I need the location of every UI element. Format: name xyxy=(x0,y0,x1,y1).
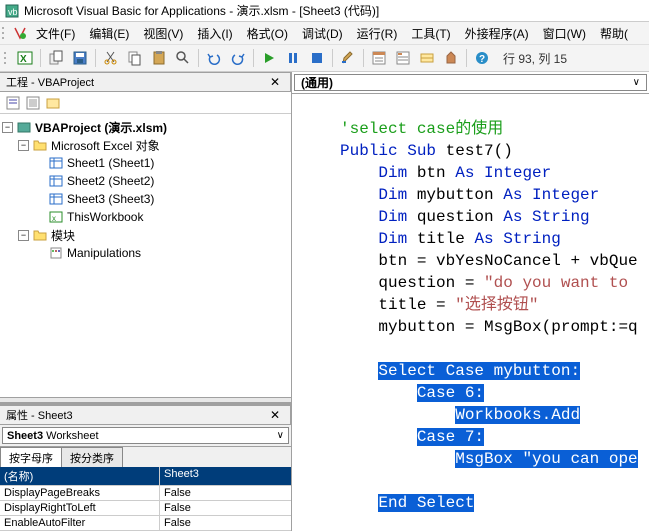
excel-icon[interactable]: X xyxy=(14,47,36,69)
svg-text:vb: vb xyxy=(8,7,18,17)
svg-text:?: ? xyxy=(479,54,485,65)
insert-icon[interactable] xyxy=(45,47,67,69)
sheet-icon xyxy=(48,174,64,188)
menu-help[interactable]: 帮助( xyxy=(594,23,634,44)
svg-text:x: x xyxy=(52,214,56,223)
copy-icon[interactable] xyxy=(124,47,146,69)
window-titlebar: vb Microsoft Visual Basic for Applicatio… xyxy=(0,0,649,22)
pause-icon[interactable] xyxy=(282,47,304,69)
menu-window[interactable]: 窗口(W) xyxy=(537,23,592,44)
menu-run[interactable]: 运行(R) xyxy=(351,23,404,44)
menu-view[interactable]: 视图(V) xyxy=(137,23,189,44)
prop-row[interactable]: DisplayRightToLeftFalse xyxy=(0,501,291,516)
menu-tools[interactable]: 工具(T) xyxy=(405,23,456,44)
collapse-icon[interactable]: − xyxy=(18,230,29,241)
tree-sheet3[interactable]: Sheet3 (Sheet3) xyxy=(2,190,289,208)
tree-sheet1[interactable]: Sheet1 (Sheet1) xyxy=(2,154,289,172)
run-icon[interactable] xyxy=(258,47,280,69)
props-tab-alpha[interactable]: 按字母序 xyxy=(0,447,62,467)
project-tools xyxy=(0,92,291,114)
redo-icon[interactable] xyxy=(227,47,249,69)
props-title: 属性 - Sheet3 ✕ xyxy=(0,405,291,425)
object-browser-icon[interactable] xyxy=(416,47,438,69)
folder-icon xyxy=(32,138,48,152)
sheet-icon xyxy=(48,156,64,170)
stop-icon[interactable] xyxy=(306,47,328,69)
sheet-icon xyxy=(48,192,64,206)
folder-icon xyxy=(32,228,48,242)
save-icon[interactable] xyxy=(69,47,91,69)
project-pane-title: 工程 - VBAProject ✕ xyxy=(0,72,291,92)
cursor-position: 行 93, 列 15 xyxy=(503,50,567,67)
view-code-icon[interactable] xyxy=(4,94,22,112)
props-object-select[interactable]: Sheet3 Worksheet ∨ xyxy=(2,427,289,444)
tree-excel-folder[interactable]: − Microsoft Excel 对象 xyxy=(2,136,289,154)
app-icon: vb xyxy=(4,3,20,19)
menu-file[interactable]: 文件(F) xyxy=(30,23,81,44)
code-object-select[interactable]: (通用) ∨ xyxy=(294,74,647,91)
find-icon[interactable] xyxy=(172,47,194,69)
menu-bar: 文件(F) 编辑(E) 视图(V) 插入(I) 格式(O) 调试(D) 运行(R… xyxy=(0,22,649,44)
cut-icon[interactable] xyxy=(100,47,122,69)
project-pane-close[interactable]: ✕ xyxy=(266,75,284,89)
collapse-icon[interactable]: − xyxy=(18,140,29,151)
undo-icon[interactable] xyxy=(203,47,225,69)
help-icon[interactable]: ? xyxy=(471,47,493,69)
project-icon xyxy=(16,120,32,134)
design-mode-icon[interactable] xyxy=(337,47,359,69)
code-editor[interactable]: 'select case的使用 Public Sub test7() Dim b… xyxy=(292,94,649,531)
workbook-icon: x xyxy=(48,210,64,224)
project-tree[interactable]: − VBAProject (演示.xlsm) − Microsoft Excel… xyxy=(0,114,291,397)
paste-icon[interactable] xyxy=(148,47,170,69)
prop-row[interactable]: DisplayPageBreaksFalse xyxy=(0,486,291,501)
toggle-folders-icon[interactable] xyxy=(44,94,62,112)
properties-icon[interactable] xyxy=(392,47,414,69)
vba-icon[interactable] xyxy=(12,25,28,41)
tree-modules-folder[interactable]: − 模块 xyxy=(2,226,289,244)
project-explorer-icon[interactable] xyxy=(368,47,390,69)
dropdown-icon: ∨ xyxy=(633,77,640,88)
prop-row[interactable]: EnableAutoFilterFalse xyxy=(0,516,291,531)
toolbox-icon[interactable] xyxy=(440,47,462,69)
dropdown-icon: ∨ xyxy=(277,430,284,441)
properties-pane: 属性 - Sheet3 ✕ Sheet3 Worksheet ∨ 按字母序 按分… xyxy=(0,403,291,531)
view-object-icon[interactable] xyxy=(24,94,42,112)
tree-thisworkbook[interactable]: x ThisWorkbook xyxy=(2,208,289,226)
tree-project-root[interactable]: − VBAProject (演示.xlsm) xyxy=(2,118,289,136)
menubar-grip[interactable] xyxy=(2,25,8,41)
svg-text:X: X xyxy=(20,54,27,65)
props-grid[interactable]: (名称)Sheet3 DisplayPageBreaksFalse Displa… xyxy=(0,467,291,531)
menu-addins[interactable]: 外接程序(A) xyxy=(459,23,535,44)
window-title: Microsoft Visual Basic for Applications … xyxy=(24,2,379,19)
props-close[interactable]: ✕ xyxy=(266,408,284,422)
module-icon xyxy=(48,246,64,260)
toolbar: X ? 行 93, 列 15 xyxy=(0,44,649,72)
tree-sheet2[interactable]: Sheet2 (Sheet2) xyxy=(2,172,289,190)
toolbar-grip[interactable] xyxy=(4,50,10,66)
props-tab-category[interactable]: 按分类序 xyxy=(61,447,123,467)
collapse-icon[interactable]: − xyxy=(2,122,13,133)
menu-debug[interactable]: 调试(D) xyxy=(296,23,349,44)
tree-module-manipulations[interactable]: Manipulations xyxy=(2,244,289,262)
menu-format[interactable]: 格式(O) xyxy=(241,23,294,44)
menu-edit[interactable]: 编辑(E) xyxy=(83,23,135,44)
menu-insert[interactable]: 插入(I) xyxy=(191,23,238,44)
